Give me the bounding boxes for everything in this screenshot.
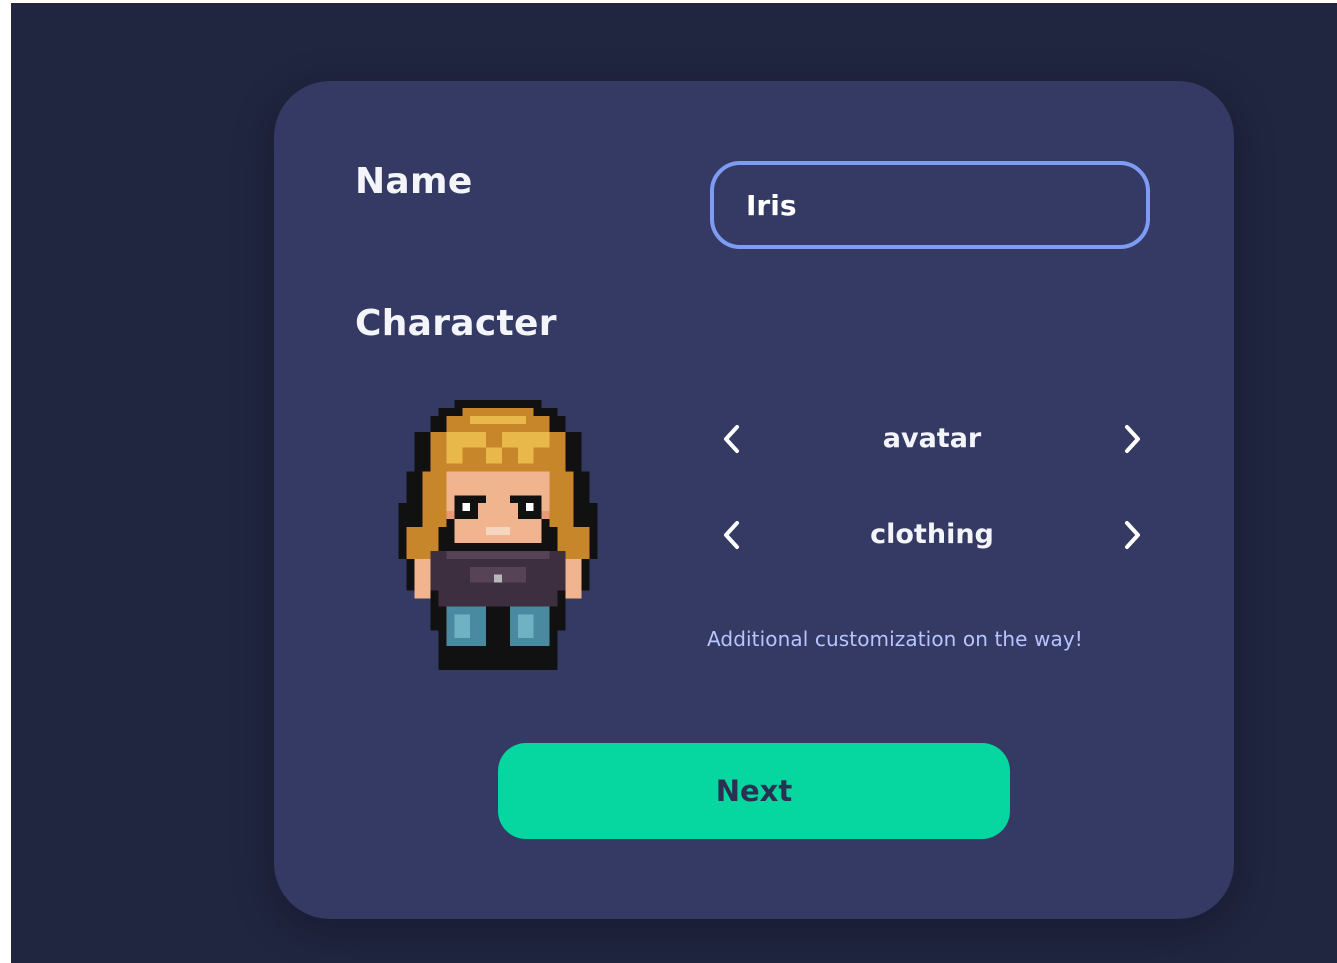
page-background: Name Character	[11, 3, 1337, 963]
avatar-next-button[interactable]	[1110, 417, 1154, 461]
clothing-value: clothing	[870, 519, 994, 550]
name-input[interactable]	[710, 161, 1150, 249]
character-setup-card: Name Character	[274, 81, 1234, 919]
clothing-next-button[interactable]	[1110, 513, 1154, 557]
clothing-prev-button[interactable]	[710, 513, 754, 557]
chevron-left-icon	[724, 521, 739, 549]
avatar-prev-button[interactable]	[710, 417, 754, 461]
chevron-right-icon	[1125, 425, 1140, 453]
chevron-right-icon	[1125, 521, 1140, 549]
avatar-selector: avatar	[710, 409, 1154, 469]
clothing-selector: clothing	[710, 505, 1154, 565]
chevron-left-icon	[724, 425, 739, 453]
customization-hint: Additional customization on the way!	[707, 627, 1083, 651]
name-label: Name	[355, 161, 473, 202]
character-sprite	[398, 400, 598, 670]
next-button[interactable]: Next	[498, 743, 1010, 839]
character-label: Character	[355, 303, 557, 344]
avatar-value: avatar	[882, 423, 982, 454]
